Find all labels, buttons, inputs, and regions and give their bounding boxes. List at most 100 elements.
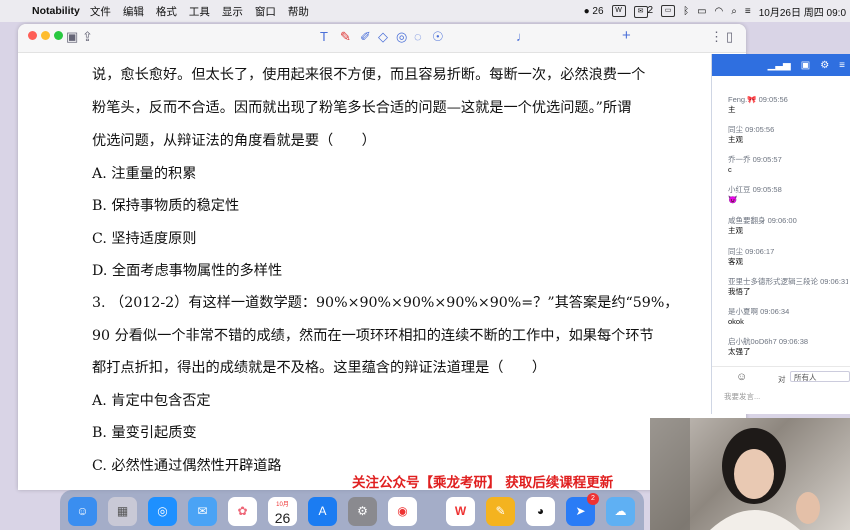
pages-icon[interactable]: ▯ <box>726 29 733 45</box>
chat-input[interactable]: 我要发言... <box>724 391 760 402</box>
add-page-icon[interactable]: + <box>622 27 631 44</box>
calendar-day: 26 <box>274 510 291 526</box>
option-b: B. 量变引起质变 <box>92 425 197 441</box>
chat-text: 客观 <box>728 257 743 266</box>
notification-status[interactable]: ● 26 <box>584 6 604 17</box>
zoom-window-button[interactable] <box>54 31 63 40</box>
wechat-count: 2 <box>647 4 654 16</box>
wechat-status-icon: ✉ <box>633 5 648 18</box>
status-count: 26 <box>592 5 604 17</box>
notability-window: ▣ ⇪ T ✎ ✐ ◇ ◎ ◌ ☉ ♩ + ⋮ ▯ 说，愈长愈好。但太长了，使用… <box>18 24 746 490</box>
lasso-icon[interactable]: ◎ <box>396 29 407 45</box>
pen-tool-icon[interactable]: ✎ <box>340 29 351 45</box>
option-c: C. 必然性通过偶然性开辟道路 <box>92 458 282 474</box>
chat-text: okok <box>728 317 744 326</box>
wps-icon[interactable]: W <box>446 497 475 526</box>
presenter-video <box>650 418 820 530</box>
share-icon[interactable]: ⇪ <box>82 29 93 45</box>
text-line: 优选问题，从辩证法的角度看就是要（ ） <box>92 133 376 149</box>
mail-icon[interactable]: ✉ <box>188 497 217 526</box>
dock: ☺ ▦ ◎ ✉ ✿ 10月 26 A ⚙ ◉ W ✎ ◕ ➤ 2 ☁ <box>60 490 644 530</box>
emoji-icon[interactable]: ☺ <box>736 371 747 383</box>
calendar-icon[interactable]: 10月 26 <box>268 497 297 526</box>
screen-share-icon[interactable]: ▣ <box>801 60 810 71</box>
text-line: 90 分看似一个非常不错的成绩，然而在一项环环相扣的连续不断的工作中，如果每个环… <box>92 328 654 344</box>
photos-icon[interactable]: ✿ <box>228 497 257 526</box>
webcam-feed <box>650 418 850 530</box>
wps-status-icon[interactable]: W <box>611 5 626 17</box>
chat-message: Feng.🎀 09:05:56 主 <box>728 95 788 115</box>
safari-icon[interactable]: ◎ <box>148 497 177 526</box>
text-tool-icon[interactable]: T <box>320 29 328 44</box>
chat-sender: 同尘 09:05:56 <box>728 125 775 134</box>
option-a: A. 肯定中包含否定 <box>92 393 211 409</box>
question-line: 3. （2012-2）有这样一道数学题：90%×90%×90%×90%×90%=… <box>92 295 679 311</box>
chat-composer: ☺ 对 所有人 我要发言... <box>712 366 850 415</box>
control-center-icon[interactable]: ≡ <box>745 6 751 17</box>
qq-icon[interactable]: ◕ <box>526 497 555 526</box>
finder-icon[interactable]: ☺ <box>68 497 97 526</box>
media-icon[interactable]: ☉ <box>432 29 444 45</box>
menu-file[interactable]: 文件 <box>90 4 111 19</box>
note-toolbar: ▣ ⇪ T ✎ ✐ ◇ ◎ ◌ ☉ ♩ + ⋮ ▯ <box>18 24 746 53</box>
close-window-button[interactable] <box>28 31 37 40</box>
option-d: D. 全面考虑事物属性的多样性 <box>92 263 283 279</box>
search-icon[interactable]: ⌕ <box>731 6 737 17</box>
eraser-icon[interactable]: ◇ <box>378 29 388 45</box>
wifi-icon[interactable]: ◠ <box>715 6 724 17</box>
option-c: C. 坚持适度原则 <box>92 231 197 247</box>
battery-icon[interactable]: ▭ <box>697 6 706 17</box>
promo-banner: 关注公众号【乘龙考研】 获取后续课程更新 <box>352 475 614 491</box>
menu-bar: Notability 文件 编辑 格式 工具 显示 窗口 帮助 ● 26 W ✉… <box>0 0 850 22</box>
chat-message: 同尘 09:05:56 主观 <box>728 125 774 145</box>
microphone-icon[interactable]: ♩ <box>516 29 529 44</box>
sidebar-icon[interactable]: ▣ <box>66 29 78 45</box>
settings-icon[interactable]: ⚙ <box>820 60 829 71</box>
chat-message: 同尘 09:06:17 客观 <box>728 247 774 267</box>
system-settings-icon[interactable]: ⚙ <box>348 497 377 526</box>
live-chat-panel: ▁▃▅ ▣ ⚙ ≡ Feng.🎀 09:05:56 主 同尘 09:05:56 主观… <box>711 54 850 414</box>
shape-icon[interactable]: ◌ <box>414 29 422 44</box>
menu-help[interactable]: 帮助 <box>288 4 309 19</box>
recipient-select[interactable]: 所有人 <box>790 371 850 382</box>
screen-mirror-icon[interactable]: ▭ <box>661 5 676 17</box>
menu-window[interactable]: 窗口 <box>255 4 276 19</box>
feishu-icon[interactable]: ➤ 2 <box>566 493 599 526</box>
notability-icon[interactable]: ✎ <box>486 497 515 526</box>
chat-sender: 是小夏啊 09:06:34 <box>728 307 790 316</box>
calendar-month: 10月 <box>276 502 289 508</box>
menu-format[interactable]: 格式 <box>156 4 177 19</box>
text-line: 说，愈长愈好。但太长了，使用起来很不方便，而且容易折断。每断一次，必然浪费一个 <box>92 67 646 83</box>
app-name-menu[interactable]: Notability <box>32 5 80 17</box>
menu-icon[interactable]: ≡ <box>839 60 845 71</box>
to-label: 对 <box>778 375 786 384</box>
chat-sender: 小红豆 09:05:58 <box>728 185 782 194</box>
chat-message: 是小夏啊 09:06:34 okok <box>728 307 789 327</box>
chat-text: 主 <box>728 105 736 114</box>
menu-tools[interactable]: 工具 <box>189 4 210 19</box>
option-a: A. 注重量的积累 <box>92 166 197 182</box>
chat-header: ▁▃▅ ▣ ⚙ ≡ <box>712 54 850 76</box>
chat-message: 乔一乔 09:05:57 c <box>728 155 782 175</box>
more-icon[interactable]: ⋮ <box>710 29 723 45</box>
launchpad-icon[interactable]: ▦ <box>108 497 137 526</box>
chat-sender: Feng.🎀 09:05:56 <box>728 95 788 104</box>
cloud-app-icon[interactable]: ☁ <box>606 497 635 526</box>
menu-edit[interactable]: 编辑 <box>123 4 144 19</box>
option-b: B. 保持事物质的稳定性 <box>92 198 240 214</box>
chat-message: 亚里士多德形式逻辑三段论 09:06:31 我悟了 <box>728 277 848 297</box>
signal-icon: ▁▃▅ <box>767 59 791 71</box>
app-store-icon[interactable]: A <box>308 497 337 526</box>
chat-text: 主观 <box>728 135 743 144</box>
text-line: 都打点折扣，得出的成绩就是不及格。这里蕴含的辩证法道理是（ ） <box>92 360 547 376</box>
highlighter-icon[interactable]: ✐ <box>360 29 371 45</box>
clock[interactable]: 10月26日 周四 09:0 <box>759 4 846 19</box>
chat-text: 太强了 <box>728 347 751 356</box>
bluetooth-icon[interactable]: ᛒ <box>683 6 689 17</box>
status-area: ● 26 W ✉ 2 ▭ ᛒ ▭ ◠ ⌕ ≡ 10月26日 周四 09:0 <box>584 0 846 22</box>
wechat-status[interactable]: ✉ 2 <box>633 4 654 18</box>
minimize-window-button[interactable] <box>41 31 50 40</box>
text-line: 粉笔头，反而不合适。因而就出现了粉笔多长合适的问题—这就是一个优选问题。”所谓 <box>92 100 632 116</box>
chrome-icon[interactable]: ◉ <box>388 497 417 526</box>
menu-view[interactable]: 显示 <box>222 4 243 19</box>
